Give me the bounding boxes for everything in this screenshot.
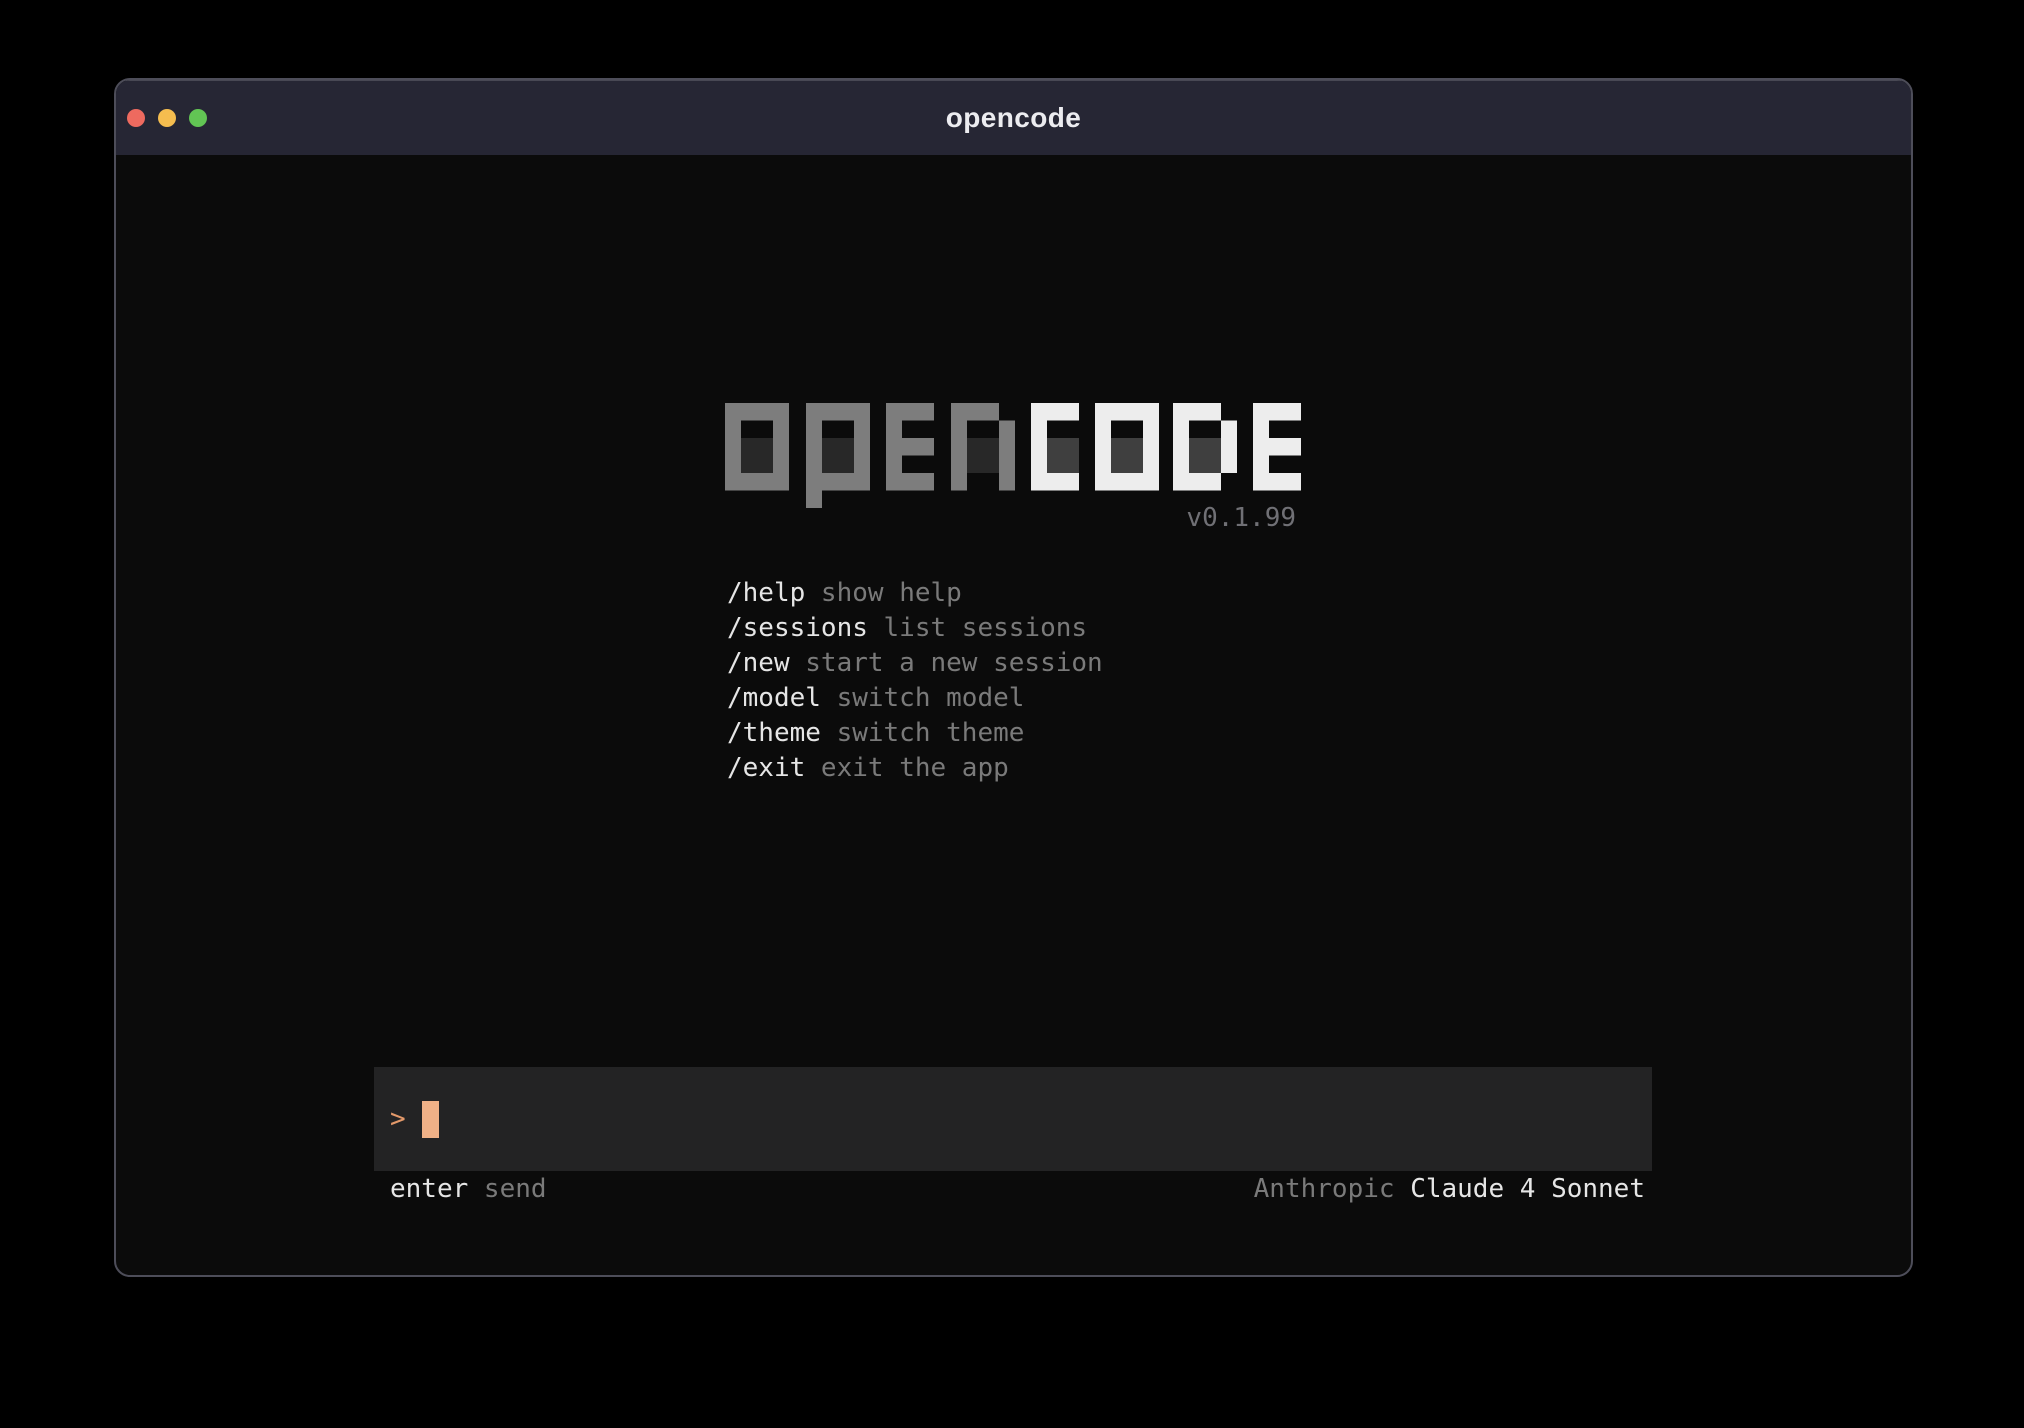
titlebar: opencode — [116, 80, 1911, 155]
command-description: switch theme — [837, 718, 1025, 748]
close-button[interactable] — [127, 109, 145, 127]
text-cursor — [422, 1101, 439, 1138]
command-list: /help show help/sessions list sessions/new… — [727, 576, 1103, 786]
command-description: start a new session — [805, 648, 1102, 678]
command-description: switch model — [837, 683, 1025, 713]
zoom-button[interactable] — [189, 109, 207, 127]
app-window: opencode v0.1.99 /help show help/sessions… — [114, 78, 1913, 1277]
command-name: /theme — [727, 718, 821, 748]
command-row: /new start a new session — [727, 646, 1103, 681]
command-description: exit the app — [821, 753, 1009, 783]
command-description: list sessions — [884, 613, 1088, 643]
command-row: /model switch model — [727, 681, 1103, 716]
opencode-logo — [725, 403, 1301, 509]
command-name: /sessions — [727, 613, 868, 643]
terminal: v0.1.99 /help show help/sessions list sess… — [116, 155, 1911, 1275]
command-row: /theme switch theme — [727, 716, 1103, 751]
provider-label: Anthropic — [1254, 1174, 1395, 1204]
model-label: Claude 4 Sonnet — [1410, 1174, 1645, 1204]
command-row: /help show help — [727, 576, 1103, 611]
command-name: /model — [727, 683, 821, 713]
version-label: v0.1.99 — [1186, 501, 1296, 536]
enter-key-hint: enter — [390, 1174, 468, 1204]
command-name: /help — [727, 578, 805, 608]
command-name: /exit — [727, 753, 805, 783]
keybind-hint: enter send — [390, 1172, 547, 1207]
desktop: opencode v0.1.99 /help show help/sessions… — [0, 0, 2024, 1428]
window-controls — [127, 80, 207, 155]
command-row: /exit exit the app — [727, 751, 1103, 786]
window-title: opencode — [946, 102, 1081, 134]
model-indicator: Anthropic Claude 4 Sonnet — [1254, 1172, 1645, 1207]
prompt-input[interactable]: > — [374, 1067, 1652, 1171]
command-name: /new — [727, 648, 790, 678]
command-description: show help — [821, 578, 962, 608]
command-row: /sessions list sessions — [727, 611, 1103, 646]
minimize-button[interactable] — [158, 109, 176, 127]
statusbar: enter send Anthropic Claude 4 Sonnet — [374, 1172, 1652, 1207]
send-label: send — [484, 1174, 547, 1204]
prompt-symbol: > — [390, 1102, 406, 1137]
